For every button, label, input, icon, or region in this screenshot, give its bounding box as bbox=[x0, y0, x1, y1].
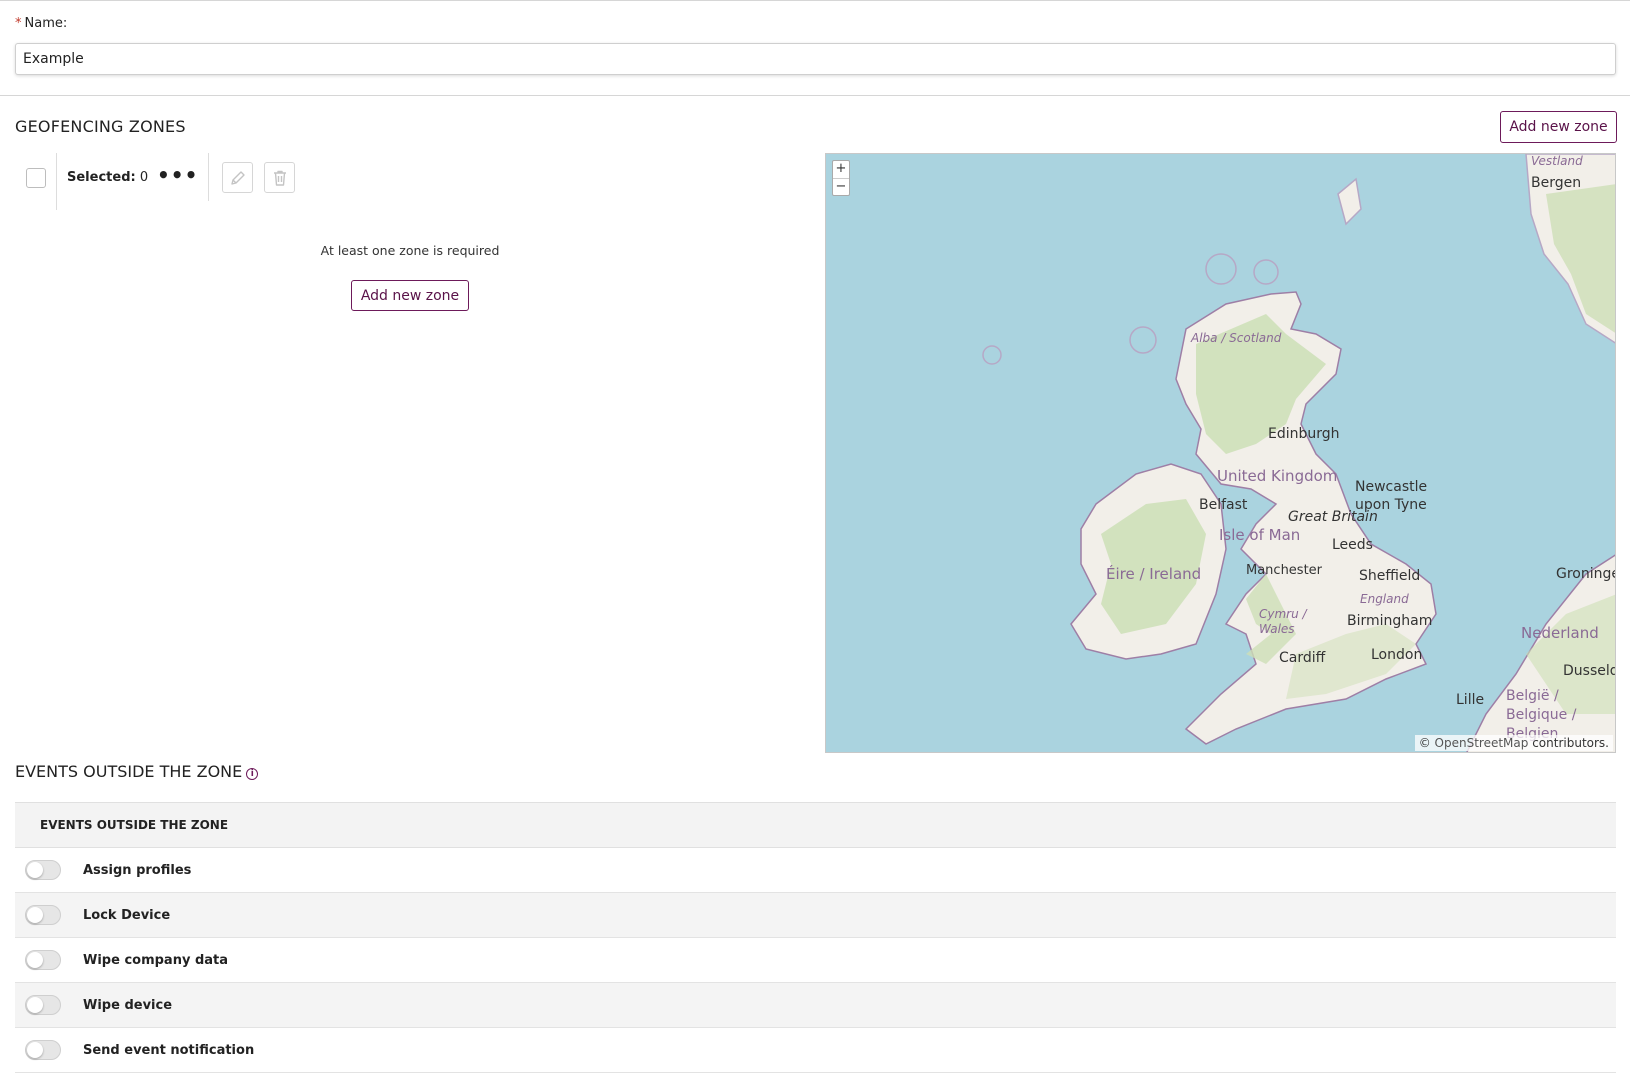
map-label-sheffield: Sheffield bbox=[1359, 568, 1421, 584]
shetland-islands bbox=[1337, 177, 1362, 226]
map-label-wales: Cymru / Wales bbox=[1259, 607, 1307, 636]
event-row-lock-device: Lock Device bbox=[15, 893, 1616, 938]
map-label-edinburgh: Edinburgh bbox=[1268, 426, 1340, 442]
map-label-nederland: Nederland bbox=[1521, 624, 1599, 642]
toolbar-divider bbox=[56, 153, 57, 210]
event-label: Assign profiles bbox=[83, 862, 192, 878]
required-marker: * bbox=[15, 16, 22, 31]
events-table: EVENTS OUTSIDE THE ZONE Assign profiles … bbox=[15, 802, 1616, 1073]
zones-toolbar: Selected: 0 ••• bbox=[15, 153, 295, 210]
map-label-manchester: Manchester bbox=[1246, 563, 1323, 578]
attribution-prefix: © bbox=[1418, 736, 1431, 750]
attribution-link[interactable]: OpenStreetMap bbox=[1435, 736, 1529, 750]
map-label-ireland: Éire / Ireland bbox=[1106, 565, 1202, 583]
map-label-leeds: Leeds bbox=[1332, 537, 1373, 553]
delete-button[interactable] bbox=[264, 162, 295, 193]
map-label-groningen: Groninge bbox=[1556, 566, 1616, 582]
event-label: Lock Device bbox=[83, 907, 171, 923]
map-attribution: © OpenStreetMap contributors. bbox=[1414, 735, 1613, 751]
add-new-zone-empty-button[interactable]: Add new zone bbox=[351, 280, 469, 311]
map-label-belfast: Belfast bbox=[1199, 497, 1248, 513]
lock-device-toggle[interactable] bbox=[25, 905, 61, 925]
pencil-icon bbox=[230, 170, 245, 185]
attribution-suffix: contributors. bbox=[1532, 736, 1609, 750]
select-all-checkbox[interactable] bbox=[26, 168, 46, 188]
map-label-cardiff: Cardiff bbox=[1279, 650, 1326, 666]
name-input[interactable] bbox=[15, 43, 1616, 75]
map-label-scotland: Alba / Scotland bbox=[1191, 331, 1282, 345]
map-label-vestland: Vestland bbox=[1531, 154, 1583, 168]
selected-label: Selected: bbox=[67, 170, 136, 185]
map-label-england: England bbox=[1360, 592, 1409, 606]
name-label: * Name: bbox=[15, 16, 67, 31]
map-label-london: London bbox=[1371, 647, 1423, 663]
page: *Name: GEOFENCING ZONES Add new zone Sel… bbox=[0, 0, 1630, 1074]
map-label-bergen: Bergen bbox=[1531, 175, 1582, 191]
event-row-assign-profiles: Assign profiles bbox=[15, 848, 1616, 893]
selected-count: Selected: 0 bbox=[67, 170, 148, 185]
empty-zones-message: At least one zone is required bbox=[320, 243, 500, 258]
map-label-dusseldorf: Dusseld bbox=[1563, 663, 1616, 679]
zoom-in-button[interactable]: + bbox=[833, 161, 849, 178]
map-label-uk: United Kingdom bbox=[1217, 467, 1338, 485]
map-label-lille: Lille bbox=[1456, 692, 1485, 708]
info-icon[interactable]: i bbox=[246, 768, 259, 780]
toolbar-divider bbox=[208, 153, 209, 201]
edit-button[interactable] bbox=[222, 162, 253, 193]
events-table-header: EVENTS OUTSIDE THE ZONE bbox=[15, 802, 1616, 848]
wipe-device-toggle[interactable] bbox=[25, 995, 61, 1015]
trash-icon bbox=[273, 170, 286, 186]
top-divider bbox=[0, 0, 1630, 1]
name-label-text: Name: bbox=[24, 16, 68, 31]
map-label-birmingham: Birmingham bbox=[1347, 613, 1433, 629]
event-label: Wipe device bbox=[83, 997, 173, 1013]
zone-map[interactable]: + − Vestland Bergen Alba / Scotland Edin… bbox=[825, 153, 1616, 753]
section-divider bbox=[0, 95, 1630, 96]
event-label: Wipe company data bbox=[83, 952, 229, 968]
events-title-text: EVENTS OUTSIDE THE ZONE bbox=[15, 762, 243, 781]
send-event-notification-toggle[interactable] bbox=[25, 1040, 61, 1060]
event-row-wipe-company-data: Wipe company data bbox=[15, 938, 1616, 983]
events-title: EVENTS OUTSIDE THE ZONE i bbox=[15, 762, 259, 781]
geofencing-title: GEOFENCING ZONES bbox=[15, 117, 186, 136]
wipe-company-data-toggle[interactable] bbox=[25, 950, 61, 970]
zoom-out-button[interactable]: − bbox=[833, 178, 849, 195]
zoom-control: + − bbox=[832, 160, 850, 196]
event-row-send-event-notification: Send event notification bbox=[15, 1028, 1616, 1073]
map-label-great-britain: Great Britain bbox=[1288, 509, 1378, 525]
ellipsis-icon[interactable]: ••• bbox=[157, 163, 198, 187]
selected-count-value: 0 bbox=[139, 170, 149, 185]
map-label-isle-of-man: Isle of Man bbox=[1219, 526, 1301, 544]
event-row-wipe-device: Wipe device bbox=[15, 983, 1616, 1028]
assign-profiles-toggle[interactable] bbox=[25, 860, 61, 880]
event-label: Send event notification bbox=[83, 1042, 255, 1058]
add-new-zone-button[interactable]: Add new zone bbox=[1500, 111, 1617, 143]
map-land-layer bbox=[982, 154, 1615, 752]
